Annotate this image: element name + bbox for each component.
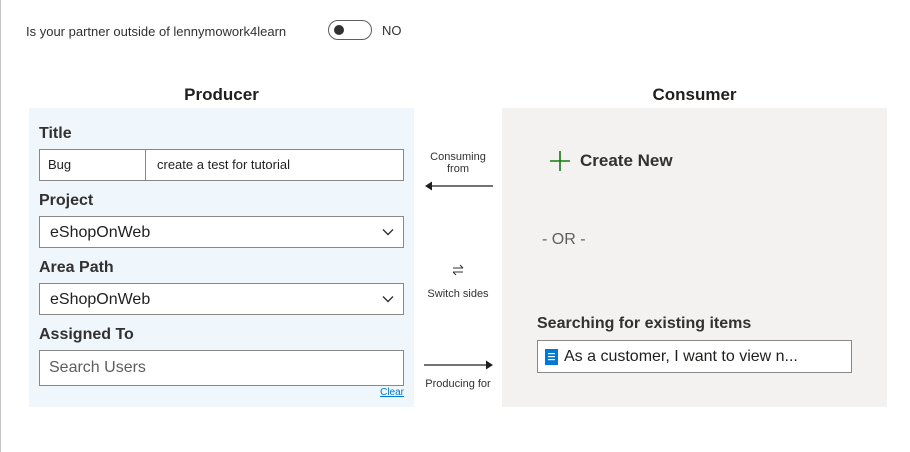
consumer-heading: Consumer — [652, 85, 737, 104]
project-label: Project — [39, 192, 94, 209]
or-divider: - OR - — [542, 231, 586, 248]
switch-sides-icon[interactable] — [450, 263, 466, 277]
search-users-input[interactable] — [40, 351, 403, 385]
consuming-from-label: Consuming from — [430, 151, 486, 175]
chevron-down-icon — [382, 229, 394, 236]
switch-sides-button[interactable]: Switch sides — [420, 288, 496, 300]
partner-question-label: Is your partner outside of lennymowork4l… — [26, 23, 287, 39]
producer-heading: Producer — [184, 85, 259, 104]
existing-item-result[interactable]: As a customer, I want to view n... — [537, 340, 852, 373]
chevron-down-icon — [382, 296, 394, 303]
arrow-right-icon — [424, 360, 493, 370]
assigned-to-field[interactable] — [39, 350, 404, 386]
area-path-dropdown[interactable]: eShopOnWeb — [39, 283, 404, 315]
document-icon — [545, 348, 558, 365]
clear-link[interactable]: Clear — [380, 387, 404, 398]
title-field[interactable]: Bug create a test for tutorial — [39, 149, 404, 181]
project-dropdown[interactable]: eShopOnWeb — [39, 216, 404, 248]
area-path-label: Area Path — [39, 259, 114, 276]
area-path-value: eShopOnWeb — [50, 291, 151, 308]
partner-outside-toggle[interactable] — [328, 20, 372, 40]
title-label: Title — [39, 125, 72, 142]
producing-for-label: Producing for — [425, 378, 491, 390]
existing-item-title: As a customer, I want to view n... — [564, 347, 798, 365]
page-left-border — [0, 0, 1, 452]
create-new-label: Create New — [580, 151, 673, 170]
producer-panel: Title Bug create a test for tutorial Pro… — [29, 108, 414, 407]
create-new-button[interactable]: Create New — [548, 148, 673, 174]
work-item-type[interactable]: Bug — [40, 150, 146, 180]
toggle-knob — [334, 25, 344, 35]
plus-icon — [550, 151, 570, 171]
search-existing-heading: Searching for existing items — [537, 315, 752, 332]
consumer-panel: Create New - OR - Searching for existing… — [502, 108, 887, 407]
toggle-state-text: NO — [382, 23, 402, 38]
project-value: eShopOnWeb — [50, 224, 151, 241]
assigned-to-label: Assigned To — [39, 326, 134, 343]
arrow-left-icon — [425, 181, 493, 191]
partner-question: Is your partner outside of lennymowork4l… — [26, 22, 286, 40]
title-input[interactable]: create a test for tutorial — [146, 150, 403, 180]
